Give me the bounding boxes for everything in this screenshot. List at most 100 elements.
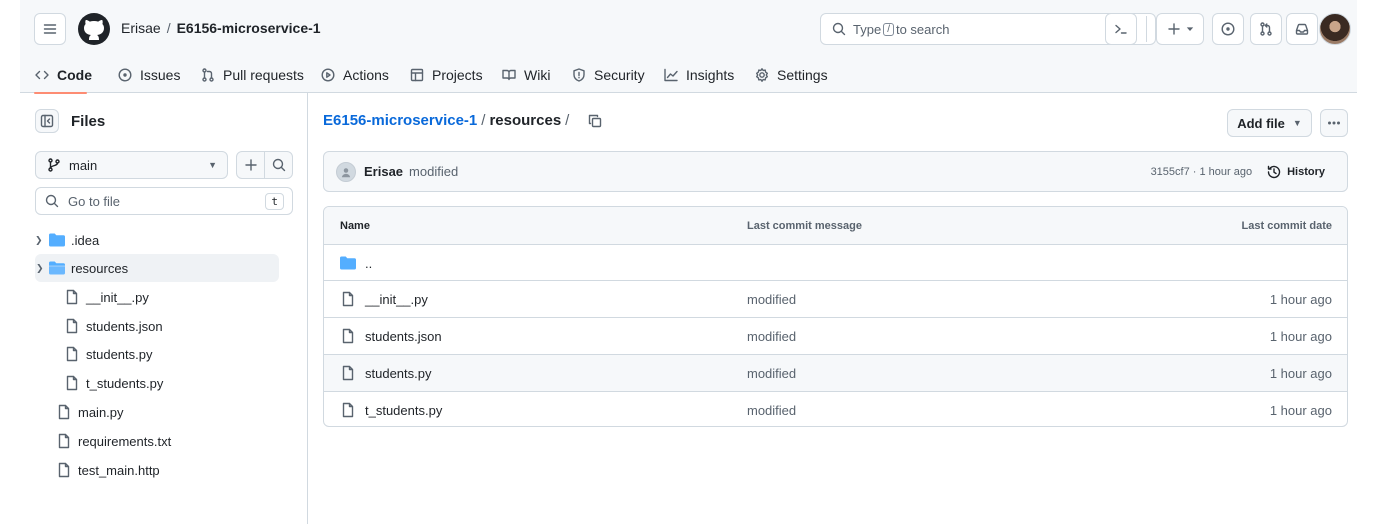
header-top-row: Erisae / E6156-microservice-1 Type / to se… bbox=[20, 0, 1357, 56]
plus-icon bbox=[244, 159, 257, 171]
tree-item-init-py[interactable]: __init__.py bbox=[64, 283, 279, 311]
tree-item-students-json[interactable]: students.json bbox=[64, 312, 279, 340]
breadcrumb: E6156-microservice-1 / resources / bbox=[323, 112, 603, 129]
pull-requests-button[interactable] bbox=[1250, 13, 1282, 45]
command-palette-button[interactable] bbox=[1105, 13, 1137, 45]
issue-opened-icon bbox=[1221, 22, 1235, 36]
repo-owner-link[interactable]: Erisae bbox=[121, 20, 161, 36]
create-new-button[interactable] bbox=[1156, 13, 1204, 45]
copy-path-button[interactable] bbox=[587, 113, 603, 129]
play-icon bbox=[321, 67, 335, 82]
column-header-name: Name bbox=[340, 219, 370, 232]
repo-path: Erisae / E6156-microservice-1 bbox=[121, 20, 321, 36]
column-header-message: Last commit message bbox=[747, 219, 862, 232]
menu-button[interactable] bbox=[34, 13, 66, 45]
tab-actions[interactable]: Actions bbox=[320, 56, 389, 93]
tree-item-label: t_students.py bbox=[86, 375, 164, 391]
table-row[interactable]: __init__.py modified 1 hour ago bbox=[324, 280, 1347, 317]
file-commit-message[interactable]: modified bbox=[747, 366, 796, 381]
user-avatar[interactable] bbox=[1319, 13, 1351, 45]
tree-item-resources[interactable]: ❯ resources bbox=[35, 254, 279, 282]
repo-path-separator: / bbox=[166, 20, 171, 36]
tab-projects[interactable]: Projects bbox=[409, 56, 483, 93]
file-commit-message[interactable]: modified bbox=[747, 403, 796, 418]
tree-item-t-students-py[interactable]: t_students.py bbox=[64, 369, 279, 397]
tab-code[interactable]: Code bbox=[34, 56, 92, 93]
inbox-icon bbox=[1295, 23, 1309, 35]
file-name: students.py bbox=[365, 365, 432, 381]
tab-settings[interactable]: Settings bbox=[754, 56, 828, 93]
table-row[interactable]: students.json modified 1 hour ago bbox=[324, 317, 1347, 354]
inbox-button[interactable] bbox=[1286, 13, 1318, 45]
issues-button[interactable] bbox=[1212, 13, 1244, 45]
repo-name-link[interactable]: E6156-microservice-1 bbox=[177, 20, 321, 36]
tree-item-students-py[interactable]: students.py bbox=[64, 340, 279, 368]
tab-pull-requests[interactable]: Pull requests bbox=[200, 56, 304, 93]
file-commit-date: 1 hour ago bbox=[1269, 291, 1332, 307]
terminal-icon bbox=[1115, 24, 1127, 34]
tree-item-requirements-txt[interactable]: requirements.txt bbox=[56, 427, 279, 455]
tree-item-label: students.json bbox=[86, 318, 163, 334]
file-commit-message[interactable]: modified bbox=[747, 292, 796, 307]
tab-insights-label: Insights bbox=[686, 66, 735, 83]
breadcrumb-repo-link[interactable]: E6156-microservice-1 bbox=[323, 112, 477, 129]
file-icon bbox=[66, 346, 78, 362]
file-icon bbox=[66, 318, 78, 334]
more-options-button[interactable] bbox=[1320, 109, 1348, 137]
table-row[interactable]: students.py modified 1 hour ago bbox=[324, 354, 1347, 391]
add-file-label: Add file bbox=[1237, 115, 1285, 131]
file-name-link[interactable]: __init__.py bbox=[340, 291, 428, 307]
tab-wiki[interactable]: Wiki bbox=[501, 56, 550, 93]
tree-item-test-main-http[interactable]: test_main.http bbox=[56, 456, 279, 484]
go-to-file-input[interactable]: Go to file t bbox=[35, 187, 293, 215]
search-icon bbox=[45, 194, 59, 208]
repo-nav-tabs: Code Issues Pull requests Actions Projec… bbox=[20, 56, 1357, 94]
tab-pull-requests-label: Pull requests bbox=[223, 66, 304, 83]
tab-issues[interactable]: Issues bbox=[117, 56, 180, 93]
commit-author-avatar[interactable] bbox=[336, 161, 356, 182]
table-row-parent-dir[interactable]: .. bbox=[324, 244, 1347, 281]
tree-item-idea[interactable]: ❯ .idea bbox=[35, 226, 279, 254]
header-divider bbox=[1146, 16, 1147, 42]
chevron-down-icon: ❯ bbox=[36, 262, 44, 273]
file-commit-date: 1 hour ago bbox=[1269, 365, 1332, 381]
latest-commit-bar: Erisae modified 3155cf7 · 1 hour ago His… bbox=[323, 151, 1348, 192]
branch-name: main bbox=[69, 157, 98, 173]
tree-item-label: students.py bbox=[86, 346, 153, 362]
shield-icon bbox=[573, 67, 585, 82]
tree-item-label: test_main.http bbox=[78, 462, 160, 478]
tree-item-label: main.py bbox=[78, 404, 124, 420]
go-to-file-shortcut: t bbox=[265, 192, 284, 210]
tree-item-main-py[interactable]: main.py bbox=[56, 398, 279, 426]
file-name-link[interactable]: t_students.py bbox=[340, 402, 442, 418]
github-logo-icon[interactable] bbox=[78, 13, 110, 45]
tree-item-label: resources bbox=[71, 260, 129, 276]
add-file-button[interactable]: Add file ▼ bbox=[1227, 109, 1312, 137]
history-button[interactable]: History bbox=[1266, 164, 1325, 180]
branch-selector[interactable]: main ▼ bbox=[35, 151, 228, 179]
file-commit-message[interactable]: modified bbox=[747, 329, 796, 344]
tab-insights[interactable]: Insights bbox=[663, 56, 734, 93]
chevron-down-icon: ▼ bbox=[208, 160, 217, 170]
collapse-sidebar-button[interactable] bbox=[35, 109, 59, 133]
tab-code-label: Code bbox=[57, 66, 92, 83]
search-files-button[interactable] bbox=[265, 152, 292, 178]
git-pull-request-icon bbox=[1260, 22, 1272, 36]
commit-meta[interactable]: 3155cf7 · 1 hour ago bbox=[1151, 166, 1253, 178]
table-row[interactable]: t_students.py modified 1 hour ago bbox=[324, 391, 1347, 426]
tree-item-label: requirements.txt bbox=[78, 433, 172, 449]
commit-message[interactable]: modified bbox=[409, 164, 458, 179]
file-icon bbox=[66, 289, 78, 305]
parent-directory-link[interactable]: .. bbox=[340, 256, 372, 271]
file-name-link[interactable]: students.json bbox=[340, 328, 442, 344]
add-file-sidebar-button[interactable] bbox=[237, 152, 265, 178]
go-to-file-placeholder: Go to file bbox=[68, 193, 121, 209]
file-name-link[interactable]: students.py bbox=[340, 365, 432, 381]
tab-security[interactable]: Security bbox=[571, 56, 645, 93]
commit-author[interactable]: Erisae bbox=[364, 164, 403, 179]
file-commit-date: 1 hour ago bbox=[1269, 402, 1332, 418]
file-icon bbox=[342, 291, 354, 307]
search-suffix: to search bbox=[895, 21, 950, 37]
kebab-horizontal-icon bbox=[1328, 121, 1340, 125]
issue-icon bbox=[118, 67, 132, 82]
